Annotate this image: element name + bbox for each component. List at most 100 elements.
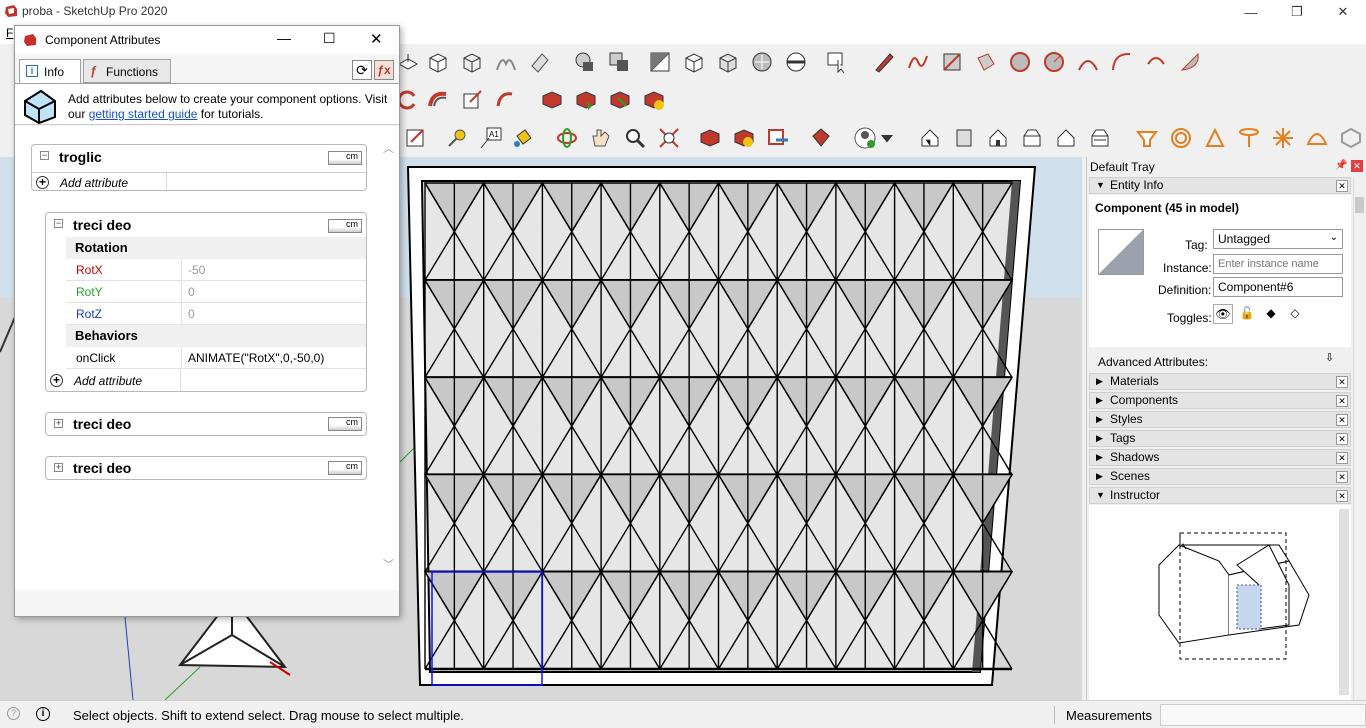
expand-toggle[interactable]: +	[54, 463, 63, 472]
share-model-icon[interactable]	[763, 123, 793, 153]
texture-icon[interactable]	[747, 47, 777, 77]
solid-subtract-icon[interactable]	[604, 47, 634, 77]
receive-shadow-toggle-icon[interactable]: ◇	[1285, 304, 1305, 324]
section-tool-icon[interactable]	[1132, 123, 1162, 153]
orbit-icon[interactable]	[552, 123, 582, 153]
sandbox-icon[interactable]	[491, 47, 521, 77]
polygon-icon[interactable]	[1039, 47, 1069, 77]
panel-materials[interactable]: ▶ Materials ✕	[1089, 373, 1351, 390]
lock-toggle-icon[interactable]: 🔓	[1237, 304, 1257, 324]
menu-file[interactable]: F	[6, 26, 13, 40]
front-view-icon[interactable]	[983, 123, 1013, 153]
definition-field[interactable]: Component#6	[1213, 277, 1343, 297]
maximize-button[interactable]: ❐	[1274, 0, 1320, 24]
star-icon[interactable]	[1268, 123, 1298, 153]
rectangle-icon[interactable]	[937, 47, 967, 77]
select-component-icon[interactable]	[822, 47, 852, 77]
panel-scenes[interactable]: ▶ Scenes ✕	[1089, 468, 1351, 485]
account-icon[interactable]	[850, 123, 880, 153]
tray-scrollbar[interactable]	[1353, 177, 1365, 700]
attr-row-onclick[interactable]: onClick ANIMATE("RotX",0,-50,0)	[66, 347, 366, 369]
attr-row-roty[interactable]: RotY 0	[66, 281, 366, 303]
unit-badge[interactable]: cm	[328, 151, 362, 165]
formula-toggle-button[interactable]: ƒx	[374, 60, 394, 80]
iso-view-icon[interactable]	[915, 123, 945, 153]
dome-icon[interactable]	[1302, 123, 1332, 153]
close-button[interactable]: ✕	[1320, 0, 1366, 24]
collapse-toggle[interactable]: −	[54, 219, 63, 228]
panel-close-icon[interactable]: ✕	[1336, 395, 1348, 407]
panel-close-icon[interactable]: ✕	[1336, 471, 1348, 483]
tape-measure-icon[interactable]	[400, 123, 430, 153]
cast-shadow-toggle-icon[interactable]: ◆	[1261, 304, 1281, 324]
back-view-icon[interactable]	[1051, 123, 1081, 153]
scroll-down-icon[interactable]: ﹀	[383, 556, 394, 572]
dc-options-icon[interactable]	[571, 85, 601, 115]
dialog-minimize-button[interactable]: —	[277, 30, 291, 46]
extension-warehouse-icon[interactable]	[729, 123, 759, 153]
dc-generate-icon[interactable]	[639, 85, 669, 115]
tag-select[interactable]: Untagged ⌄	[1213, 229, 1343, 249]
measurements-input[interactable]	[1160, 704, 1366, 726]
attr-value[interactable]: 0	[181, 281, 195, 303]
scale-icon[interactable]	[457, 85, 487, 115]
warehouse-icon[interactable]	[695, 123, 725, 153]
monochrome-icon[interactable]	[781, 47, 811, 77]
right-view-icon[interactable]	[1017, 123, 1047, 153]
xray-icon[interactable]	[679, 47, 709, 77]
follow-path-icon[interactable]	[491, 85, 521, 115]
two-point-arc-icon[interactable]	[1107, 47, 1137, 77]
minimize-button[interactable]: —	[1228, 0, 1274, 24]
pan-icon[interactable]	[586, 123, 616, 153]
attributes-scroll-area[interactable]: − troglic cm + Add attribute − treci deo…	[15, 126, 399, 590]
dimension-icon[interactable]	[442, 123, 472, 153]
follow-me-icon[interactable]	[457, 47, 487, 77]
box-icon[interactable]	[423, 47, 453, 77]
rotated-rectangle-icon[interactable]	[971, 47, 1001, 77]
getting-started-link[interactable]: getting started guide	[89, 107, 198, 121]
arc-icon[interactable]	[1073, 47, 1103, 77]
attr-value[interactable]: -50	[181, 259, 205, 281]
panel-close-icon[interactable]: ✕	[1336, 490, 1348, 502]
dialog-close-button[interactable]: ✕	[370, 30, 383, 48]
pie-icon[interactable]	[1175, 47, 1205, 77]
zoom-icon[interactable]	[620, 123, 650, 153]
attr-row-rotz[interactable]: RotZ 0	[66, 303, 366, 325]
section-plane-icon[interactable]	[645, 47, 675, 77]
top-view-icon[interactable]	[949, 123, 979, 153]
wireframe-icon[interactable]	[713, 47, 743, 77]
panel-close-icon[interactable]: ✕	[1336, 180, 1348, 192]
attr-row-rotx[interactable]: RotX -50	[66, 259, 366, 281]
pencil-icon[interactable]	[869, 47, 899, 77]
panel-components[interactable]: ▶ Components ✕	[1089, 392, 1351, 409]
panel-close-icon[interactable]: ✕	[1336, 452, 1348, 464]
panel-shadows[interactable]: ▶ Shadows ✕	[1089, 449, 1351, 466]
attr-value[interactable]: 0	[181, 303, 195, 325]
material-swatch[interactable]	[1098, 229, 1144, 275]
extension-manager-icon[interactable]	[806, 123, 836, 153]
tab-functions[interactable]: ƒ Functions	[83, 59, 171, 83]
unit-badge[interactable]: cm	[328, 417, 362, 431]
panel-close-icon[interactable]: ✕	[1336, 414, 1348, 426]
refresh-button[interactable]: ⟳	[352, 60, 372, 80]
add-attribute-row[interactable]: + Add attribute	[32, 172, 366, 192]
sphere-icon[interactable]	[1166, 123, 1196, 153]
attr-value[interactable]: ANIMATE("RotX",0,-50,0)	[181, 347, 324, 369]
scroll-up-icon[interactable]: ︿	[383, 140, 394, 156]
dialog-maximize-button[interactable]: ☐	[323, 30, 336, 47]
dc-attributes-icon[interactable]	[605, 85, 635, 115]
eraser-icon[interactable]	[525, 47, 555, 77]
panel-close-icon[interactable]: ✕	[1336, 376, 1348, 388]
account-dropdown-icon[interactable]	[878, 123, 896, 153]
tray-close-button[interactable]: ✕	[1351, 160, 1363, 172]
freehand-icon[interactable]	[903, 47, 933, 77]
instructor-scrollbar[interactable]	[1339, 509, 1349, 695]
collapse-toggle[interactable]: −	[40, 151, 49, 160]
geodesic-icon[interactable]	[1336, 123, 1366, 153]
zoom-extents-icon[interactable]	[654, 123, 684, 153]
pin-icon[interactable]: 📌	[1335, 160, 1347, 171]
panel-instructor[interactable]: ▼ Instructor ✕	[1089, 487, 1351, 504]
offset-icon[interactable]	[423, 85, 453, 115]
cone-icon[interactable]	[1200, 123, 1230, 153]
add-attribute-row[interactable]: + Add attribute	[46, 370, 366, 391]
